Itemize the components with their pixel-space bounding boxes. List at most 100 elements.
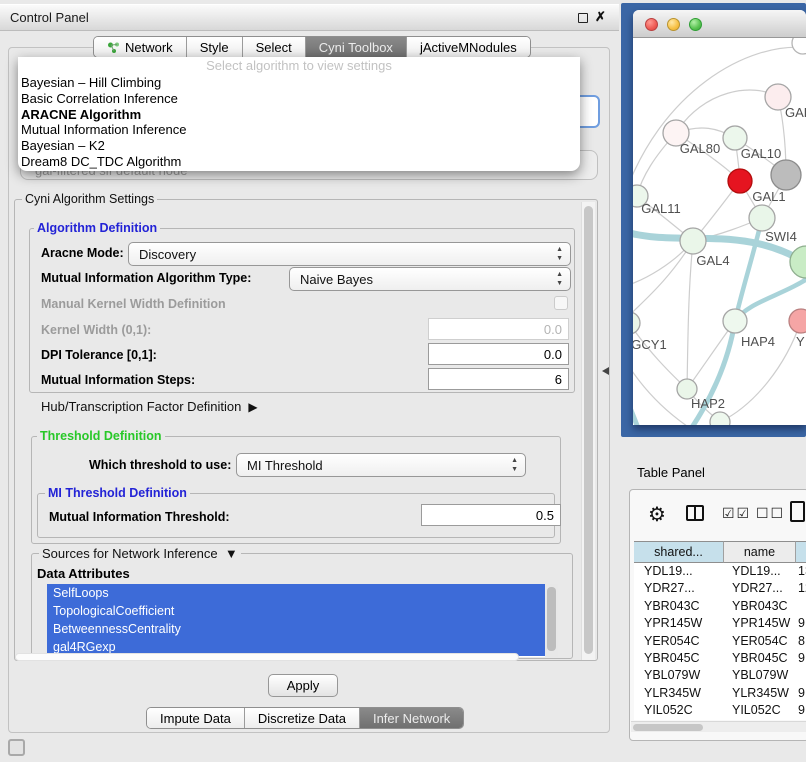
settings-scrollbar[interactable]: [581, 202, 595, 660]
network-node[interactable]: [771, 160, 801, 190]
network-node[interactable]: [792, 38, 806, 54]
table-cell[interactable]: 9: [796, 702, 806, 719]
dpi-tolerance-field[interactable]: 0.0: [428, 343, 569, 365]
table-cell[interactable]: YBL079W: [634, 667, 724, 684]
mi-threshold-field[interactable]: 0.5: [421, 504, 561, 526]
column-layout-icon[interactable]: [686, 505, 704, 521]
zoom-traffic-light[interactable]: [689, 18, 702, 31]
table-cell[interactable]: YPR145W: [724, 615, 796, 632]
settings-hscrollbar[interactable]: [15, 653, 519, 661]
tab-discretize-data[interactable]: Discretize Data: [244, 708, 359, 728]
table-cell[interactable]: 13: [796, 563, 806, 580]
tab-jactivemnodules[interactable]: jActiveMNodules: [406, 37, 530, 57]
tab-network[interactable]: Network: [94, 37, 186, 57]
table-hscrollbar-thumb[interactable]: [633, 724, 703, 731]
aracne-mode-combo[interactable]: Discovery ▲▼: [128, 242, 571, 266]
table-cell[interactable]: YDR27...: [724, 580, 796, 597]
table-row[interactable]: YBR043CYBR043C: [634, 598, 806, 615]
table-hscrollbar[interactable]: [631, 721, 806, 732]
table-row[interactable]: YDL19...YDL19...13: [634, 563, 806, 580]
table-cell[interactable]: YER054C: [724, 633, 796, 650]
network-node[interactable]: [749, 205, 775, 231]
minimize-traffic-light[interactable]: [667, 18, 680, 31]
table-cell[interactable]: YLR345W: [724, 685, 796, 702]
network-node[interactable]: [710, 412, 730, 425]
close-icon[interactable]: ✗: [595, 9, 606, 25]
gear-icon[interactable]: ⚙: [648, 502, 666, 527]
column-header-shared-name[interactable]: shared...: [634, 541, 724, 563]
network-edge: [687, 241, 693, 389]
dropdown-item[interactable]: Bayesian – Hill Climbing: [18, 75, 580, 91]
table-row[interactable]: YER054CYER054C8.: [634, 633, 806, 650]
attribute-item-selected[interactable]: SelfLoops: [47, 584, 558, 602]
table-cell[interactable]: YIL052C: [634, 702, 724, 719]
apply-button[interactable]: Apply: [268, 674, 338, 697]
manual-kernel-checkbox[interactable]: [554, 296, 568, 310]
collapsed-panel-icon[interactable]: [8, 739, 25, 756]
table-cell[interactable]: 9.: [796, 615, 806, 632]
tab-style[interactable]: Style: [186, 37, 242, 57]
deselect-all-checkboxes-icon[interactable]: ☐☐: [756, 505, 785, 522]
network-canvas[interactable]: GALGAL80GAL10GAL1GAL11SWI4GAL4GCY1HAP4YH…: [633, 38, 806, 425]
network-node[interactable]: [789, 309, 806, 333]
network-node[interactable]: [790, 246, 806, 278]
mi-steps-field[interactable]: 6: [428, 368, 569, 390]
table-row[interactable]: YIL052CYIL052C9: [634, 702, 806, 719]
table-cell[interactable]: YBR043C: [724, 598, 796, 615]
table-cell[interactable]: YDL19...: [634, 563, 724, 580]
attribute-item-selected[interactable]: TopologicalCoefficient: [47, 602, 558, 620]
table-row[interactable]: YBR045CYBR045C9.: [634, 650, 806, 667]
table-cell[interactable]: 12: [796, 580, 806, 597]
mi-type-combo[interactable]: Naive Bayes ▲▼: [289, 267, 571, 291]
table-cell[interactable]: [796, 667, 806, 684]
attributes-scrollbar-thumb[interactable]: [547, 587, 556, 651]
table-cell[interactable]: YDL19...: [724, 563, 796, 580]
table-cell[interactable]: YBR043C: [634, 598, 724, 615]
tab-infer-network[interactable]: Infer Network: [359, 708, 463, 728]
table-cell[interactable]: YBR045C: [634, 650, 724, 667]
dropdown-item-selected[interactable]: ARACNE Algorithm: [18, 107, 580, 123]
table-cell[interactable]: YDR27...: [634, 580, 724, 597]
dropdown-item[interactable]: Bayesian – K2: [18, 138, 580, 154]
table-row[interactable]: YPR145WYPR145W9.: [634, 615, 806, 632]
network-graph: GALGAL80GAL10GAL1GAL11SWI4GAL4GCY1HAP4YH…: [633, 38, 806, 425]
tab-select[interactable]: Select: [242, 37, 305, 57]
table-cell[interactable]: YIL052C: [724, 702, 796, 719]
table-row[interactable]: YDR27...YDR27...12: [634, 580, 806, 597]
table-row[interactable]: YBL079WYBL079W: [634, 667, 806, 684]
kernel-width-field[interactable]: 0.0: [428, 318, 569, 340]
attributes-scrollbar[interactable]: [545, 584, 558, 657]
new-table-icon[interactable]: [790, 501, 805, 522]
network-node[interactable]: [633, 312, 640, 334]
table-cell[interactable]: YPR145W: [634, 615, 724, 632]
settings-scrollbar-thumb[interactable]: [584, 206, 593, 654]
table-cell[interactable]: 8.: [796, 633, 806, 650]
which-threshold-combo[interactable]: MI Threshold ▲▼: [236, 453, 526, 477]
dropdown-item[interactable]: Dream8 DC_TDC Algorithm: [18, 154, 580, 170]
tab-impute-data[interactable]: Impute Data: [147, 708, 244, 728]
dropdown-item[interactable]: Mutual Information Inference: [18, 122, 580, 138]
select-all-checkboxes-icon[interactable]: ☑☑: [722, 505, 751, 522]
float-window-icon[interactable]: [578, 13, 588, 23]
table-cell[interactable]: 9.: [796, 650, 806, 667]
close-traffic-light[interactable]: [645, 18, 658, 31]
attribute-item-selected[interactable]: BetweennessCentrality: [47, 620, 558, 638]
sources-frame-title[interactable]: Sources for Network Inference ▼: [39, 546, 241, 561]
network-node[interactable]: [728, 169, 752, 193]
aracne-mode-label: Aracne Mode:: [41, 246, 124, 260]
network-window-titlebar[interactable]: [633, 10, 806, 38]
table-cell[interactable]: 9.: [796, 685, 806, 702]
table-cell[interactable]: [796, 598, 806, 615]
table-row[interactable]: YLR345WYLR345W9.: [634, 685, 806, 702]
table-cell[interactable]: YBR045C: [724, 650, 796, 667]
network-node[interactable]: [723, 309, 747, 333]
tab-cyni-toolbox[interactable]: Cyni Toolbox: [305, 37, 406, 57]
table-cell[interactable]: YLR345W: [634, 685, 724, 702]
table-cell[interactable]: YBL079W: [724, 667, 796, 684]
table-cell[interactable]: YER054C: [634, 633, 724, 650]
hub-section-toggle[interactable]: Hub/Transcription Factor Definition ▶: [41, 399, 258, 414]
column-header-partial[interactable]: A: [796, 541, 806, 563]
network-node[interactable]: [680, 228, 706, 254]
dropdown-item[interactable]: Basic Correlation Inference: [18, 91, 580, 107]
column-header-name[interactable]: name: [724, 541, 796, 563]
